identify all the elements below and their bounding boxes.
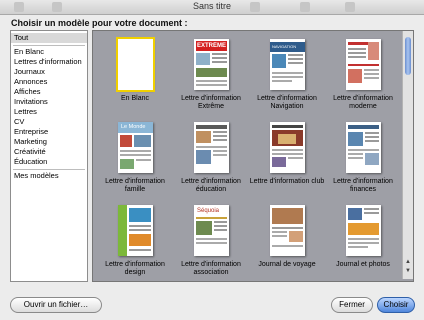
category-announcements[interactable]: Annonces <box>11 77 87 87</box>
window-title: Sans titre <box>192 1 232 11</box>
toolbar-icon <box>345 2 355 12</box>
thumbnail-heading: Séquoia <box>197 208 220 214</box>
list-divider <box>13 169 85 170</box>
toolbar-icon <box>14 2 24 12</box>
category-journals[interactable]: Journaux <box>11 67 87 77</box>
template-label: Lettre d'information design <box>105 261 165 276</box>
template-label: Lettre d'information Extrême <box>181 95 241 110</box>
template-newsletter-education[interactable]: Lettre d'information éducation <box>172 122 250 208</box>
template-thumbnail: NAVIGATION <box>270 39 305 90</box>
template-newsletter-modern[interactable]: Lettre d'information moderne <box>324 39 402 125</box>
template-thumbnail <box>270 205 305 256</box>
template-chooser-window: Sans titre Choisir un modèle pour votre … <box>0 0 424 320</box>
template-newsletter-family[interactable]: Le Monde Lettre d'information famille <box>96 122 174 208</box>
toolbar-icon <box>300 2 310 12</box>
template-thumbnail <box>116 37 155 92</box>
template-gallery: En Blanc EXTRÊME Lettre d'information Ext… <box>92 30 414 282</box>
scroll-down-arrow-icon[interactable]: ▼ <box>405 268 411 274</box>
template-thumbnail <box>270 122 305 173</box>
category-newsletters[interactable]: Lettres d'information <box>11 57 87 67</box>
template-newsletter-association[interactable]: Séquoia Lettre d'information association <box>172 205 250 281</box>
scrollbar-thumb[interactable] <box>405 37 411 75</box>
template-thumbnail <box>346 122 381 173</box>
category-education[interactable]: Éducation <box>11 157 87 167</box>
template-label: Lettre d'information association <box>181 261 241 276</box>
close-button[interactable]: Fermer <box>331 297 373 313</box>
template-label: Journal et photos <box>336 261 390 268</box>
template-label: Journal de voyage <box>258 261 316 268</box>
category-creativity[interactable]: Créativité <box>11 147 87 157</box>
template-thumbnail: Le Monde <box>118 122 153 173</box>
toolbar-icon <box>250 2 260 12</box>
template-thumbnail: EXTRÊME <box>194 39 229 90</box>
category-letters[interactable]: Lettres <box>11 107 87 117</box>
thumbnail-heading: EXTRÊME <box>197 43 226 49</box>
category-posters[interactable]: Affiches <box>11 87 87 97</box>
template-thumbnail: Séquoia <box>194 205 229 256</box>
title-bar: Sans titre <box>0 0 424 15</box>
template-label: Lettre d'information moderne <box>333 95 393 110</box>
template-label: En Blanc <box>120 95 150 102</box>
gallery-scrollbar[interactable]: ▲ ▼ <box>402 31 413 279</box>
category-list[interactable]: Tout En Blanc Lettres d'information Jour… <box>10 30 88 282</box>
template-thumbnail <box>194 122 229 173</box>
thumbnail-heading: NAVIGATION <box>272 44 297 49</box>
template-label: Lettre d'information club <box>249 178 325 185</box>
list-divider <box>13 45 85 46</box>
thumbnail-heading: Le Monde <box>121 124 146 130</box>
template-newsletter-extreme[interactable]: EXTRÊME Lettre d'information Extrême <box>172 39 250 125</box>
category-marketing[interactable]: Marketing <box>11 137 87 147</box>
open-file-button[interactable]: Ouvrir un fichier… <box>10 297 102 313</box>
choose-button[interactable]: Choisir <box>377 297 415 313</box>
template-travel-journal[interactable]: Journal de voyage <box>248 205 326 281</box>
chooser-prompt: Choisir un modèle pour votre document : <box>11 18 188 28</box>
template-label: Lettre d'information Navigation <box>257 95 317 110</box>
template-label: Lettre d'information finances <box>333 178 393 193</box>
category-cv[interactable]: CV <box>11 117 87 127</box>
category-my-templates[interactable]: Mes modèles <box>11 171 87 181</box>
category-business[interactable]: Entreprise <box>11 127 87 137</box>
template-journal-photos[interactable]: Journal et photos <box>324 205 402 281</box>
template-newsletter-navigation[interactable]: NAVIGATION Lettre d'information Navigatio… <box>248 39 326 125</box>
scroll-up-arrow-icon[interactable]: ▲ <box>405 259 411 265</box>
template-label: Lettre d'information famille <box>105 178 165 193</box>
category-blank[interactable]: En Blanc <box>11 47 87 57</box>
template-thumbnail <box>346 39 381 90</box>
template-newsletter-finance[interactable]: Lettre d'information finances <box>324 122 402 208</box>
template-thumbnail <box>346 205 381 256</box>
template-label: Lettre d'information éducation <box>181 178 241 193</box>
template-newsletter-club[interactable]: Lettre d'information club <box>248 122 326 208</box>
toolbar-icon <box>52 2 62 12</box>
template-newsletter-design[interactable]: Lettre d'information design <box>96 205 174 281</box>
template-blank[interactable]: En Blanc <box>96 37 174 125</box>
category-invitations[interactable]: Invitations <box>11 97 87 107</box>
template-thumbnail <box>118 205 153 256</box>
category-all[interactable]: Tout <box>11 33 87 43</box>
